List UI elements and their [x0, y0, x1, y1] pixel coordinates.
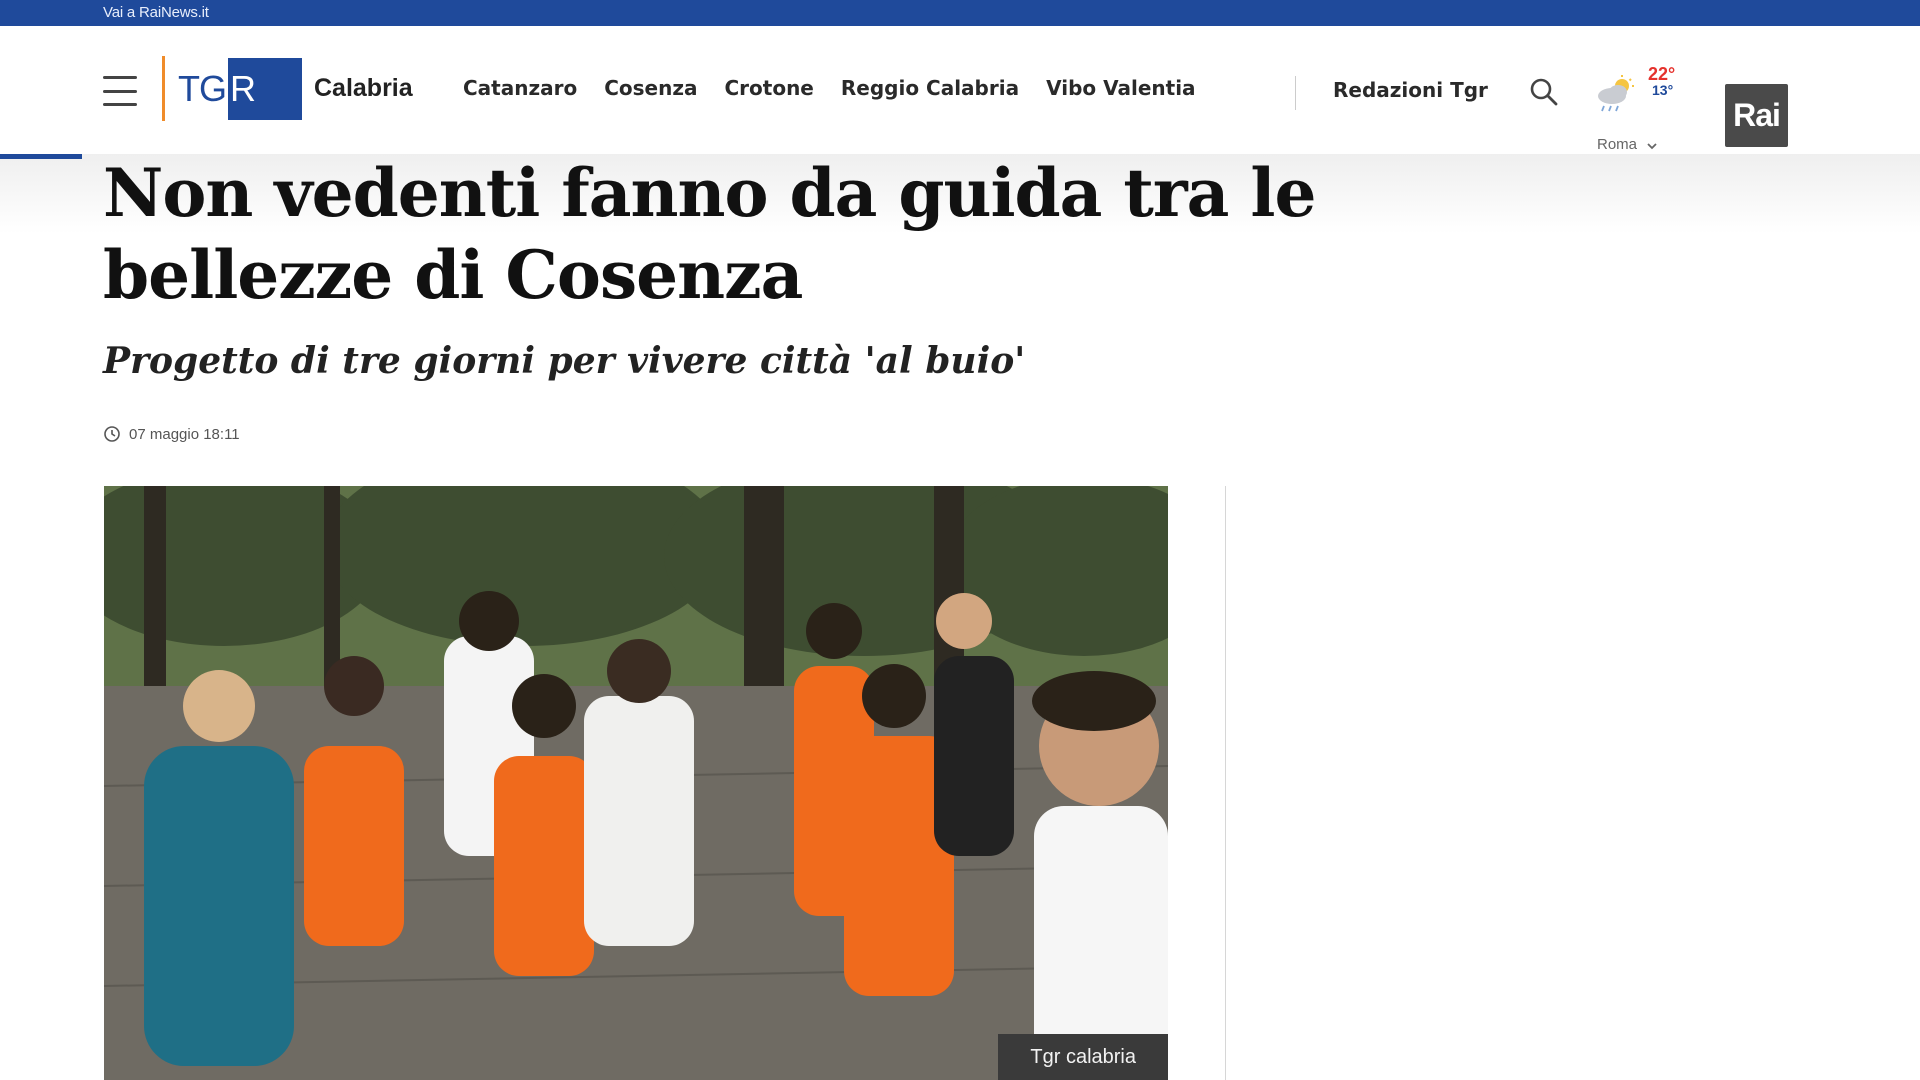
- menu-icon[interactable]: [103, 76, 137, 106]
- logo-text-r: R: [228, 57, 302, 120]
- redazioni-link[interactable]: Redazioni Tgr: [1333, 78, 1488, 102]
- menu-line: [103, 76, 137, 79]
- temp-min: 13°: [1652, 82, 1674, 98]
- article-photo[interactable]: Tgr calabria: [104, 486, 1168, 1080]
- article-subtitle: Progetto di tre giorni per vivere città …: [103, 340, 1026, 382]
- photo-caption: Tgr calabria: [998, 1034, 1168, 1080]
- date-text: 07 maggio 18:11: [129, 425, 240, 443]
- article-date: 07 maggio 18:11: [103, 425, 240, 443]
- top-bar: Vai a RaiNews.it: [0, 0, 1920, 26]
- nav-item-cosenza[interactable]: Cosenza: [604, 76, 697, 100]
- logo-mark: TG R: [178, 57, 302, 120]
- region-title[interactable]: Calabria: [314, 74, 413, 103]
- logo-text-tg: TG: [178, 57, 228, 120]
- tgr-logo[interactable]: TG R: [162, 56, 302, 121]
- nav-item-reggio-calabria[interactable]: Reggio Calabria: [841, 76, 1019, 100]
- photo-illustration: [104, 486, 1168, 1080]
- search-icon[interactable]: [1528, 76, 1560, 108]
- weather-city: Roma: [1597, 136, 1638, 153]
- weather-widget[interactable]: 22° 13° Roma: [1594, 62, 1684, 162]
- chevron-down-icon: [1647, 143, 1657, 150]
- menu-line: [103, 103, 137, 106]
- logo-accent-bar: [162, 56, 165, 121]
- read-progress-bar: [0, 154, 82, 159]
- search-glyph: [1530, 78, 1558, 106]
- article-title: Non vedenti fanno da guida tra le bellez…: [103, 154, 1317, 314]
- rain-cloud-icon: [1598, 75, 1634, 112]
- city-nav: Catanzaro Cosenza Crotone Reggio Calabri…: [463, 76, 1196, 100]
- nav-item-vibo-valentia[interactable]: Vibo Valentia: [1046, 76, 1195, 100]
- rai-logo[interactable]: Rai: [1725, 84, 1788, 147]
- nav-item-catanzaro[interactable]: Catanzaro: [463, 76, 577, 100]
- clock-icon: [104, 426, 120, 442]
- column-divider: [1225, 486, 1226, 1080]
- rainews-link[interactable]: Vai a RaiNews.it: [103, 4, 209, 21]
- nav-divider: [1295, 76, 1296, 110]
- site-header: TG R Calabria Catanzaro Cosenza Crotone …: [0, 26, 1920, 154]
- nav-item-crotone[interactable]: Crotone: [724, 76, 813, 100]
- menu-line: [103, 89, 137, 93]
